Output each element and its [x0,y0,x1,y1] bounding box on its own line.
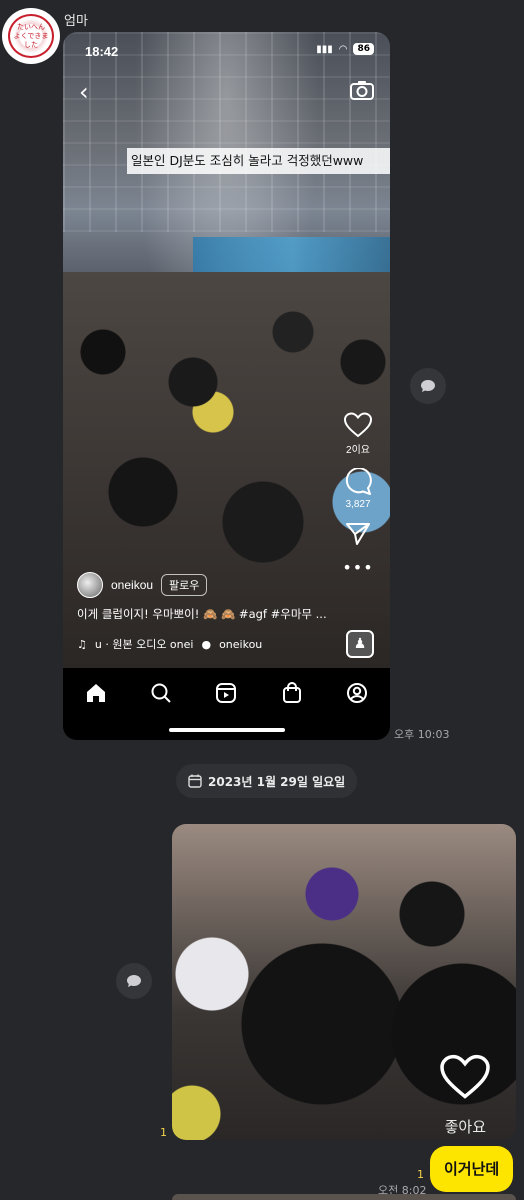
search-icon [148,680,174,706]
share-action [340,522,376,546]
more-icon: ••• [342,558,374,577]
audio-author: oneikou [219,637,263,651]
home-indicator [169,728,285,732]
follow-button: 팔로우 [161,574,208,596]
audio-row: ♫ u · 원본 오디오 onei ● oneikou [77,636,262,652]
forward-button[interactable] [116,963,152,999]
status-icons: ▮▮▮ ◠ 86 [316,43,374,55]
like-count: 2이요 [346,445,370,456]
battery-icon: 86 [353,43,374,55]
date-divider-text: 2023년 1월 29일 일요일 [208,774,346,789]
author-row: oneikou 팔로우 [77,572,208,598]
video-text-overlay: 일본인 DJ분도 조심히 놀라고 걱정했던www [127,148,390,174]
signal-icon: ▮▮▮ [316,43,333,55]
speech-bubble-icon [421,380,435,392]
camera-icon [350,81,374,100]
music-note-icon: ♫ [77,637,87,651]
sender-avatar[interactable]: たいへん よくできま した [2,8,60,64]
shared-image-photo[interactable]: 좋아요 [172,824,516,1140]
comment-count: 3,827 [345,499,371,510]
next-image-preview[interactable] [172,1194,516,1200]
author-avatar [77,572,103,598]
send-icon [346,523,370,545]
instagram-nav-bar [63,668,390,740]
wifi-icon: ◠ [338,43,348,55]
comment-icon [345,468,372,495]
like-label: 좋아요 [444,1118,486,1136]
calendar-icon [188,774,202,788]
reels-icon [213,680,239,706]
shared-image-reel-screenshot[interactable]: 18:42 ▮▮▮ ◠ 86 ‹ 일본인 DJ분도 조심히 놀라고 걱정했던ww… [63,32,390,740]
forward-button[interactable] [410,368,446,404]
unread-count: 1 [417,1168,424,1181]
comment-action: 3,827 [340,468,376,510]
reel-action-column: 2이요 3,827 ••• [340,412,376,577]
like-action: 2이요 [340,412,376,456]
author-name: oneikou [111,578,154,592]
audio-thumbnail: ♟ [346,630,374,658]
heart-icon [440,1054,490,1099]
heart-icon [344,412,372,438]
post-caption: 이게 클럽이지! 우마뽀이! 🙈 🙈 #agf #우마무 ... [77,607,327,621]
avatar-lettering: たいへん よくできま した [13,23,49,49]
message-timestamp: 오후 10:03 [394,728,450,741]
back-arrow-icon: ‹ [79,78,89,106]
my-message-bubble[interactable]: 이거난데 [430,1146,514,1192]
unread-count: 1 [160,1126,167,1139]
profile-icon [344,680,370,706]
person-icon: ● [201,637,212,651]
status-time: 18:42 [85,44,119,59]
audio-text: u · 원본 오디오 onei [94,638,194,651]
speech-bubble-icon [127,975,141,987]
sender-name: 엄마 [64,14,88,29]
home-icon [83,680,109,706]
date-divider: 2023년 1월 29일 일요일 [176,764,358,798]
shop-icon [279,680,305,706]
